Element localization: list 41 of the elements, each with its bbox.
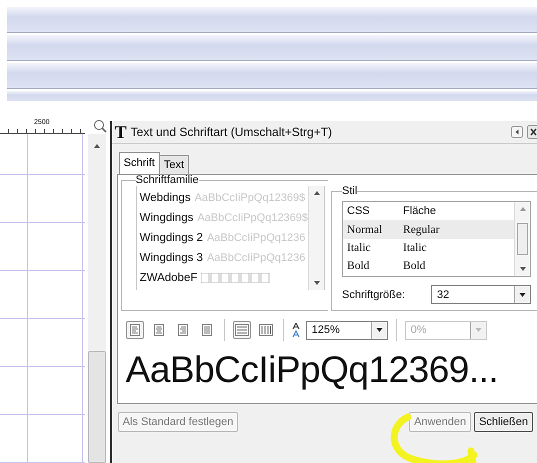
font-size-combo[interactable]: 32 [431,285,531,304]
line-spacing-combo[interactable]: 125% [306,320,388,340]
tab[interactable]: Text [158,155,190,174]
font-name[interactable]: Wingdings 2 [140,232,203,244]
tab[interactable]: Schrift [118,152,160,174]
scroll-down-icon[interactable] [520,267,526,271]
dialog-button[interactable]: Als Standard festlegen [118,412,238,432]
caret-icon[interactable] [376,328,383,332]
symbol-glyphs-drawing [201,273,272,283]
close-icon[interactable] [527,125,537,139]
dialog-button[interactable]: Anwenden [409,412,472,432]
zoom-icon[interactable] [93,119,107,133]
font-name[interactable]: ZWAdobeF [140,272,198,284]
dialog-button[interactable]: Schließen [474,412,533,432]
scroll-up-icon[interactable] [94,144,100,148]
horizontal-text-button[interactable] [232,321,251,339]
style-row[interactable]: Normal Regular [343,221,514,239]
font-name[interactable]: Wingdings [140,212,194,224]
align-button[interactable] [126,321,144,339]
font-name[interactable]: Webdings [140,192,191,204]
scroll-up-icon[interactable] [314,191,320,195]
style-row[interactable]: Bold Bold [343,257,514,275]
column-header[interactable]: CSS [347,205,404,217]
style-row[interactable]: Italic Italic [343,239,514,257]
group-label: Stil [342,185,358,197]
font-size-label: Schriftgröße: [342,288,405,300]
caret-icon[interactable] [519,292,526,296]
font-preview: AaBbCcIiPpQq12369... [124,348,500,392]
line-spacing-icon [292,323,300,337]
column-header[interactable]: Fläche [403,205,436,217]
style-list[interactable]: CSS Fläche Normal Regular Italic Italic Bold Bold [342,201,531,277]
scrollbar[interactable] [88,134,106,463]
text-tool-icon: T [114,123,127,141]
dialog-title: Text und Schriftart (Umschalt+Strg+T) [130,125,332,139]
scroll-down-icon[interactable] [314,281,320,285]
collapse-icon[interactable] [511,126,523,138]
font-name[interactable]: Wingdings 3 [140,252,203,264]
scrollbar[interactable] [308,186,324,290]
scrollbar[interactable] [514,202,530,276]
vertical-text-button[interactable] [256,321,275,339]
group-label: Schriftfamilie [136,174,199,186]
